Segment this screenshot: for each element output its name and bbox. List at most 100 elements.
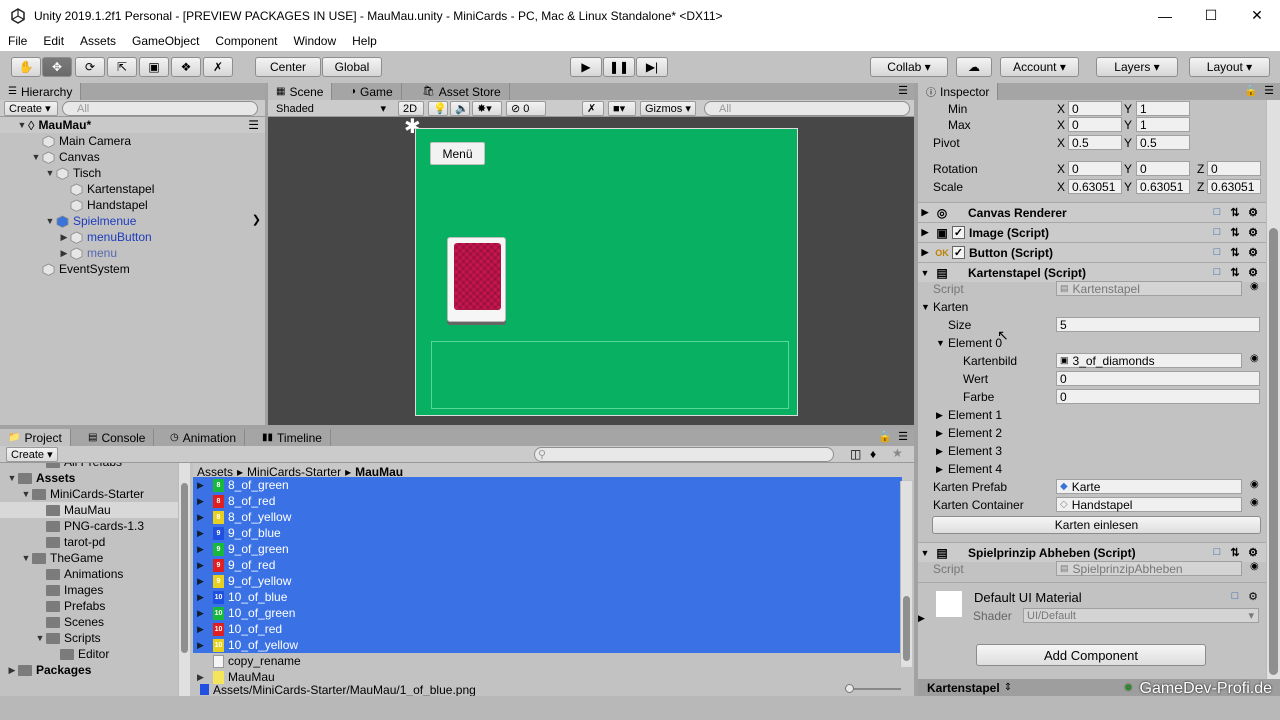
camera-dropdown[interactable]: ■▾ bbox=[608, 101, 636, 116]
step-button[interactable]: ▶| bbox=[636, 57, 668, 77]
menu-window[interactable]: Window bbox=[285, 34, 344, 48]
scene-menu-icon[interactable]: ☰ bbox=[248, 118, 259, 132]
search-input[interactable]: All bbox=[62, 101, 258, 116]
pivot-y-field[interactable]: 0.5 bbox=[1136, 135, 1190, 150]
collapse-arrow-icon[interactable]: ▼ bbox=[921, 302, 933, 312]
project-tree-item[interactable]: ▼ Scripts bbox=[0, 630, 178, 646]
hierarchy-item[interactable]: Main Camera bbox=[0, 133, 265, 149]
lighting-toggle[interactable]: 💡 bbox=[428, 101, 448, 116]
expand-arrow-icon[interactable]: ▶ bbox=[197, 560, 205, 571]
file-item[interactable]: ▶ 9 9_of_yellow bbox=[193, 573, 902, 589]
gizmos-dropdown[interactable]: Gizmos ▾ bbox=[640, 101, 696, 116]
book-icon[interactable]: □ bbox=[1210, 545, 1224, 559]
hierarchy-item[interactable]: ▼ Canvas bbox=[0, 149, 265, 165]
tab-console[interactable]: ▤ Console bbox=[80, 429, 155, 446]
element4-row[interactable]: ▶ Element 4 bbox=[918, 460, 1266, 478]
sliders-icon[interactable]: ⇅ bbox=[1228, 225, 1242, 239]
project-tree-item[interactable]: PNG-cards-1.3 bbox=[0, 518, 178, 534]
menu-file[interactable]: File bbox=[0, 34, 35, 48]
scroll-right-arrow-icon[interactable]: ❯ bbox=[252, 213, 261, 226]
element1-row[interactable]: ▶ Element 1 bbox=[918, 406, 1266, 424]
expand-arrow-icon[interactable]: ▶ bbox=[197, 608, 205, 619]
sliders-icon[interactable]: ⇅ bbox=[1228, 545, 1242, 559]
layers-dropdown[interactable]: Layers ▾ bbox=[1096, 57, 1178, 77]
object-picker-icon[interactable]: ◉ bbox=[1250, 497, 1259, 508]
karten-einlesen-button[interactable]: Karten einlesen bbox=[932, 516, 1261, 534]
tab-scene[interactable]: ▦ Scene bbox=[268, 83, 333, 100]
cloud-button[interactable]: ☁ bbox=[956, 57, 992, 77]
size-field[interactable]: 5 bbox=[1056, 317, 1260, 332]
menu-assets[interactable]: Assets bbox=[72, 34, 124, 48]
enabled-checkbox[interactable]: ✓ bbox=[952, 246, 965, 259]
collapse-arrow-icon[interactable]: ▼ bbox=[918, 268, 932, 278]
hierarchy-item[interactable]: ▶ menuButton bbox=[0, 229, 265, 245]
spielprinzip-script-header[interactable]: ▼ ▤ Spielprinzip Abheben (Script) □ ⇅ ⚙ bbox=[918, 542, 1266, 562]
sliders-icon[interactable]: ⇅ bbox=[1228, 205, 1242, 219]
hierarchy-item[interactable]: Handstapel bbox=[0, 197, 265, 213]
panel-menu-icon[interactable]: ☰ bbox=[1264, 84, 1274, 97]
karten-prefab-field[interactable]: ◆ Karte bbox=[1056, 479, 1242, 494]
rect-tool-button[interactable]: ▣ bbox=[139, 57, 169, 77]
gear-icon[interactable]: ⚙ bbox=[1246, 245, 1260, 259]
rotation-y-field[interactable]: 0 bbox=[1136, 161, 1190, 176]
transform-tool-button[interactable]: ❖ bbox=[171, 57, 201, 77]
menu-gameobject[interactable]: GameObject bbox=[124, 34, 207, 48]
expand-arrow-icon[interactable]: ▶ bbox=[197, 592, 205, 603]
tab-hierarchy[interactable]: ☰ Hierarchy bbox=[0, 83, 82, 100]
gear-icon[interactable]: ⚙ bbox=[1246, 265, 1260, 279]
menu-edit[interactable]: Edit bbox=[35, 34, 72, 48]
hierarchy-item[interactable]: EventSystem bbox=[0, 261, 265, 277]
pivot-global-button[interactable]: Global bbox=[322, 57, 382, 77]
file-item[interactable]: copy_rename bbox=[193, 653, 902, 669]
hand-tool-button[interactable]: ✋ bbox=[11, 57, 41, 77]
maximize-icon[interactable]: ☐ bbox=[1188, 0, 1234, 31]
collapse-arrow-icon[interactable]: ▼ bbox=[20, 553, 32, 563]
move-tool-button[interactable]: ✥ bbox=[42, 57, 72, 77]
book-icon[interactable]: □ bbox=[1210, 265, 1224, 279]
project-tree-item[interactable]: Images bbox=[0, 582, 178, 598]
scale-y-field[interactable]: 0.63051 bbox=[1136, 179, 1190, 194]
gear-icon[interactable]: ⚙ bbox=[1246, 225, 1260, 239]
expand-arrow-icon[interactable]: ▶ bbox=[197, 496, 205, 507]
canvas-renderer-header[interactable]: ▶ ◎ Canvas Renderer □ ⇅ ⚙ bbox=[918, 202, 1266, 222]
max-x-field[interactable]: 0 bbox=[1068, 117, 1122, 132]
shading-dropdown[interactable]: Shaded ▾ bbox=[272, 101, 390, 116]
min-y-field[interactable]: 1 bbox=[1136, 101, 1190, 116]
project-search-input[interactable]: ⚲ bbox=[534, 447, 834, 462]
project-tree-item[interactable]: Editor bbox=[0, 646, 178, 662]
menu-help[interactable]: Help bbox=[344, 34, 385, 48]
file-item[interactable]: ▶ 10 10_of_yellow bbox=[193, 637, 902, 653]
image-script-header[interactable]: ▶ ▣ ✓ Image (Script) □ ⇅ ⚙ bbox=[918, 222, 1266, 242]
object-picker-icon[interactable]: ◉ bbox=[1250, 353, 1259, 364]
expand-arrow-icon[interactable]: ▶ bbox=[58, 232, 70, 243]
wert-field[interactable]: 0 bbox=[1056, 371, 1260, 386]
project-tree-item[interactable]: MauMau bbox=[0, 502, 178, 518]
scroll-thumb[interactable] bbox=[1269, 228, 1278, 675]
object-picker-icon[interactable]: ◉ bbox=[1250, 281, 1259, 292]
hierarchy-item[interactable]: ▼ Spielmenue bbox=[0, 213, 265, 229]
collab-dropdown[interactable]: Collab ▾ bbox=[870, 57, 948, 77]
minimize-icon[interactable]: — bbox=[1142, 0, 1188, 31]
gear-icon[interactable]: ⚙ bbox=[1246, 205, 1260, 219]
gear-icon[interactable]: ⚙ bbox=[1246, 589, 1260, 603]
shader-dropdown[interactable]: UI/Default ▾ bbox=[1023, 608, 1259, 623]
pause-button[interactable]: ❚❚ bbox=[603, 57, 635, 77]
rotation-z-field[interactable]: 0 bbox=[1207, 161, 1261, 176]
expand-arrow-icon[interactable]: ▶ bbox=[936, 428, 948, 439]
hierarchy-item[interactable]: Kartenstapel bbox=[0, 181, 265, 197]
button-script-header[interactable]: ▶ OK ✓ Button (Script) □ ⇅ ⚙ bbox=[918, 242, 1266, 262]
expand-arrow-icon[interactable]: ▼ bbox=[16, 120, 28, 130]
file-item[interactable]: ▶ 10 10_of_red bbox=[193, 621, 902, 637]
karten-row[interactable]: ▼ Karten bbox=[918, 298, 1266, 316]
gear-icon[interactable]: ⚙ bbox=[1246, 545, 1260, 559]
scroll-thumb[interactable] bbox=[903, 596, 910, 661]
expand-arrow-icon[interactable]: ▶ bbox=[197, 528, 205, 539]
file-item[interactable]: ▶ 8 8_of_green bbox=[193, 477, 902, 493]
toggle-2d-button[interactable]: 2D bbox=[398, 101, 424, 116]
object-picker-icon[interactable]: ◉ bbox=[1250, 479, 1259, 490]
tab-project[interactable]: 📁 Project bbox=[0, 429, 71, 446]
file-item[interactable]: ▶ 9 9_of_blue bbox=[193, 525, 902, 541]
expand-arrow-icon[interactable]: ▶ bbox=[918, 227, 932, 238]
expand-arrow-icon[interactable]: ▶ bbox=[197, 480, 205, 491]
hierarchy-item[interactable]: ▶ menu bbox=[0, 245, 265, 261]
